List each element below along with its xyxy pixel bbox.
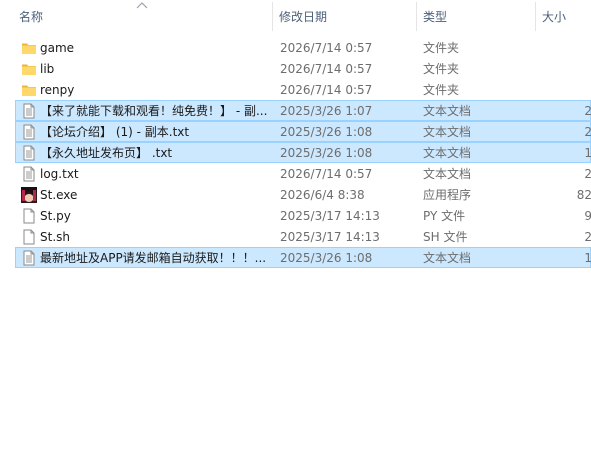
file-row[interactable]: 最新地址及APP请发邮箱自动获取！！！... 2025/3/26 1:08 文本文档… [15, 247, 591, 268]
file-size: 1 [584, 146, 591, 160]
file-type: 文件夹 [423, 83, 460, 97]
file-size: 2 [584, 104, 591, 118]
file-type: 文件夹 [423, 62, 460, 76]
file-name: log.txt [40, 167, 79, 181]
file-row[interactable]: St.py 2025/3/17 14:13 PY 文件 9 [15, 205, 591, 226]
file-row[interactable]: St.exe 2026/6/4 8:38 应用程序 82 [15, 184, 591, 205]
text-file-icon [21, 250, 37, 266]
file-explorer-list: 名称 修改日期 类型 大小 game 2026/7/14 0:57 文件夹 lib 20… [0, 0, 591, 471]
column-header-date-label: 修改日期 [279, 10, 328, 24]
file-type: PY 文件 [423, 209, 466, 223]
folder-icon [21, 40, 37, 56]
file-modified-date: 2025/3/17 14:13 [280, 230, 380, 244]
file-name: lib [40, 62, 55, 76]
column-header-size-label: 大小 [542, 10, 567, 24]
file-size: 1 [584, 251, 591, 265]
file-modified-date: 2026/6/4 8:38 [280, 188, 365, 202]
file-modified-date: 2025/3/26 1:07 [280, 104, 373, 118]
file-name: renpy [40, 83, 75, 97]
file-row[interactable]: game 2026/7/14 0:57 文件夹 [15, 37, 591, 58]
file-name: St.py [40, 209, 71, 223]
file-name: St.exe [40, 188, 78, 202]
folder-icon [21, 61, 37, 77]
exe-app-icon [21, 187, 37, 203]
file-type: SH 文件 [423, 230, 468, 244]
file-modified-date: 2025/3/17 14:13 [280, 209, 380, 223]
blank-file-icon [21, 229, 37, 245]
file-size [541, 38, 591, 57]
blank-file-icon [21, 208, 37, 224]
file-type: 应用程序 [423, 188, 472, 202]
file-type: 文本文档 [423, 104, 472, 118]
file-modified-date: 2026/7/14 0:57 [280, 62, 373, 76]
file-modified-date: 2025/3/26 1:08 [280, 251, 373, 265]
file-row[interactable]: 【论坛介绍】 (1) - 副本.txt 2025/3/26 1:08 文本文档 2 [15, 121, 591, 142]
column-header-size[interactable]: 大小 [536, 0, 591, 33]
file-row[interactable]: log.txt 2026/7/14 0:57 文本文档 2 [15, 163, 591, 184]
file-row[interactable]: lib 2026/7/14 0:57 文件夹 [15, 58, 591, 79]
file-size: 2 [584, 167, 591, 181]
folder-icon [21, 82, 37, 98]
file-modified-date: 2026/7/14 0:57 [280, 83, 373, 97]
text-file-icon [21, 124, 37, 140]
column-header-bar: 名称 修改日期 类型 大小 [0, 0, 591, 33]
file-type: 文本文档 [423, 167, 472, 181]
file-row[interactable]: 【来了就能下载和观看！纯免费！】 - 副... 2025/3/26 1:07 文本文… [15, 100, 591, 121]
file-modified-date: 2026/7/14 0:57 [280, 167, 373, 181]
file-size [541, 80, 591, 99]
file-row[interactable]: 【永久地址发布页】 .txt 2025/3/26 1:08 文本文档 1 [15, 142, 591, 163]
file-row[interactable]: renpy 2026/7/14 0:57 文件夹 [15, 79, 591, 100]
file-modified-date: 2025/3/26 1:08 [280, 146, 373, 160]
file-name: 【论坛介绍】 (1) - 副本.txt [40, 125, 190, 139]
file-size: 9 [584, 209, 591, 223]
column-header-type[interactable]: 类型 [417, 0, 535, 33]
text-file-icon [21, 166, 37, 182]
file-size: 2 [584, 230, 591, 244]
text-file-icon [21, 103, 37, 119]
file-name: St.sh [40, 230, 70, 244]
column-header-date[interactable]: 修改日期 [273, 0, 416, 33]
file-type: 文本文档 [423, 146, 472, 160]
column-header-type-label: 类型 [423, 10, 448, 24]
sort-ascending-icon [136, 2, 148, 9]
file-type: 文本文档 [423, 125, 472, 139]
file-modified-date: 2025/3/26 1:08 [280, 125, 373, 139]
file-size: 2 [584, 125, 591, 139]
file-name: 【来了就能下载和观看！纯免费！】 - 副... [40, 104, 268, 118]
file-row[interactable]: St.sh 2025/3/17 14:13 SH 文件 2 [15, 226, 591, 247]
column-header-name-label: 名称 [19, 10, 44, 24]
text-file-icon [21, 145, 37, 161]
file-type: 文本文档 [423, 251, 472, 265]
file-name: 【永久地址发布页】 .txt [40, 146, 173, 160]
file-type: 文件夹 [423, 41, 460, 55]
file-modified-date: 2026/7/14 0:57 [280, 41, 373, 55]
file-size [541, 59, 591, 78]
file-name: game [40, 41, 75, 55]
file-name: 最新地址及APP请发邮箱自动获取！！！... [40, 251, 267, 265]
file-size: 82 [576, 188, 591, 202]
